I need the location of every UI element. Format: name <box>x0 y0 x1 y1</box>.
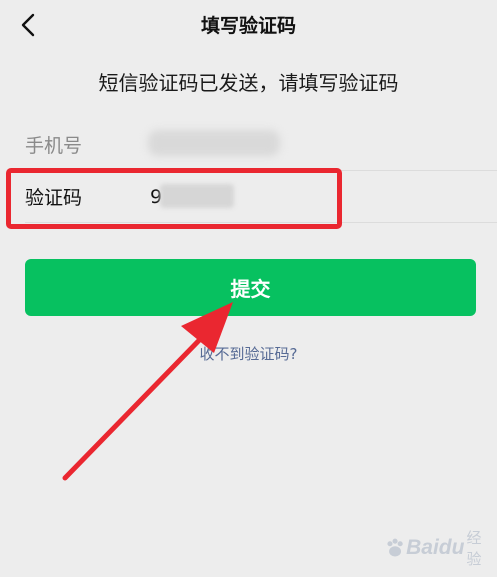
sms-sent-message: 短信验证码已发送，请填写验证码 <box>98 71 399 95</box>
phone-label: 手机号 <box>25 135 83 157</box>
navigation-bar: 填写验证码 <box>0 0 497 50</box>
watermark-suffix: 经验 <box>466 529 482 568</box>
paw-icon <box>387 538 403 557</box>
watermark-brand: Baidu <box>406 536 465 559</box>
baidu-watermark: Baidu 经验 <box>384 528 492 568</box>
phone-number-redacted <box>148 130 280 156</box>
no-code-received-link[interactable]: 收不到验证码? <box>0 343 497 364</box>
page-title: 填写验证码 <box>200 15 296 37</box>
phone-row: 手机号 <box>0 118 497 171</box>
submit-button[interactable]: 提交 <box>25 259 476 316</box>
annotation-highlight-box <box>6 168 342 229</box>
